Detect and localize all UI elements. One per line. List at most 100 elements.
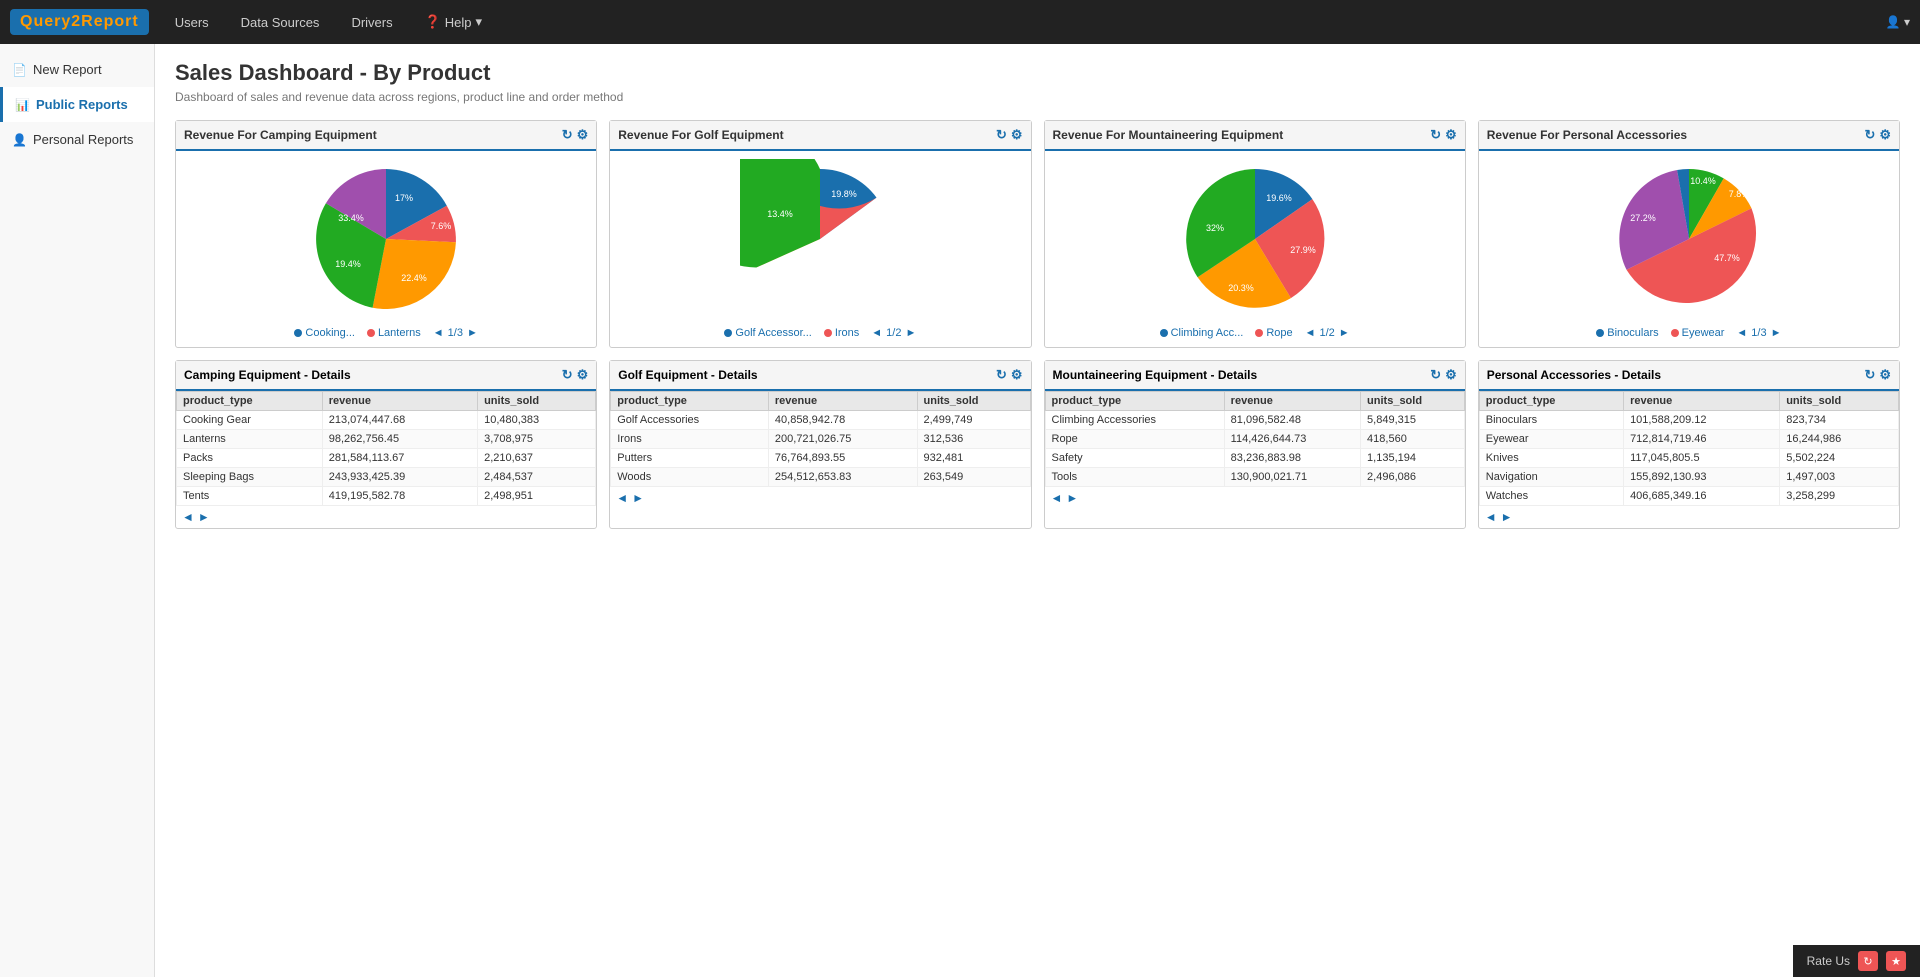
table-row: Tents419,195,582.782,498,951	[177, 487, 596, 506]
table-row: Rope114,426,644.73418,560	[1045, 430, 1464, 449]
mountaineering-refresh-icon[interactable]: ↻	[1430, 127, 1441, 143]
sidebar-item-public-reports[interactable]: 📊 Public Reports	[0, 87, 154, 122]
personal-settings-icon[interactable]: ⚙	[1879, 127, 1891, 143]
table-cell: Irons	[611, 430, 769, 449]
rate-us-icon[interactable]: ↻	[1858, 951, 1878, 971]
charts-grid: Revenue For Camping Equipment ↻ ⚙	[175, 120, 1900, 348]
sidebar-item-personal-reports[interactable]: 👤 Personal Reports	[0, 122, 154, 157]
nav-data-sources[interactable]: Data Sources	[235, 11, 326, 34]
camping-chart-title: Revenue For Camping Equipment	[184, 128, 377, 142]
user-menu[interactable]: 👤 ▾	[1886, 15, 1910, 29]
camping-chart-header: Revenue For Camping Equipment ↻ ⚙	[176, 121, 596, 151]
personal-prev-icon[interactable]: ◄	[1736, 327, 1747, 339]
nav-drivers[interactable]: Drivers	[345, 11, 398, 34]
svg-text:27.2%: 27.2%	[1630, 213, 1656, 223]
sidebar-item-new-report[interactable]: 📄 New Report	[0, 52, 154, 87]
table-row: Packs281,584,113.672,210,637	[177, 449, 596, 468]
mtn-col-product: product_type	[1045, 392, 1224, 411]
personal-refresh-icon[interactable]: ↻	[1864, 127, 1875, 143]
mtn-col-units: units_sold	[1361, 392, 1465, 411]
table-cell: 1,497,003	[1780, 468, 1899, 487]
golf-data-table: product_type revenue units_sold Golf Acc…	[610, 391, 1030, 487]
golf-col-product: product_type	[611, 392, 769, 411]
camping-legend-dot-2	[367, 329, 375, 337]
golf-settings-icon[interactable]: ⚙	[1011, 127, 1023, 143]
mountaineering-settings-icon[interactable]: ⚙	[1445, 127, 1457, 143]
table-row: Tools130,900,021.712,496,086	[1045, 468, 1464, 487]
camping-refresh-icon[interactable]: ↻	[562, 127, 573, 143]
camping-table-refresh-icon[interactable]: ↻	[562, 367, 573, 383]
golf-chart-header: Revenue For Golf Equipment ↻ ⚙	[610, 121, 1030, 151]
mountaineering-table-settings-icon[interactable]: ⚙	[1445, 367, 1457, 383]
mountaineering-chart-title: Revenue For Mountaineering Equipment	[1053, 128, 1284, 142]
table-cell: 712,814,719.46	[1624, 430, 1780, 449]
camping-col-revenue: revenue	[322, 392, 477, 411]
mtn-table-prev[interactable]: ◄	[1051, 491, 1063, 505]
camping-next-icon[interactable]: ►	[467, 327, 478, 339]
personal-table-refresh-icon[interactable]: ↻	[1864, 367, 1875, 383]
personal-legend-item-2: Eyewear	[1671, 327, 1725, 339]
svg-text:32%: 32%	[1206, 223, 1224, 233]
personal-page: 1/3	[1751, 327, 1766, 339]
table-row: Putters76,764,893.55932,481	[611, 449, 1030, 468]
camping-table-settings-icon[interactable]: ⚙	[577, 367, 589, 383]
pa-col-revenue: revenue	[1624, 392, 1780, 411]
camping-table-next[interactable]: ►	[198, 510, 210, 524]
golf-table-prev[interactable]: ◄	[616, 491, 628, 505]
mountaineering-page: 1/2	[1320, 327, 1335, 339]
mtn-table-next[interactable]: ►	[1066, 491, 1078, 505]
personal-table-settings-icon[interactable]: ⚙	[1879, 367, 1891, 383]
help-icon: ❓	[425, 14, 441, 30]
table-cell: Cooking Gear	[177, 411, 323, 430]
help-chevron-icon: ▾	[476, 14, 483, 30]
table-cell: 98,262,756.45	[322, 430, 477, 449]
camping-chart-card: Revenue For Camping Equipment ↻ ⚙	[175, 120, 597, 348]
app-logo[interactable]: Query2Report	[10, 9, 149, 35]
svg-text:10.4%: 10.4%	[1690, 176, 1716, 186]
golf-table-refresh-icon[interactable]: ↻	[996, 367, 1007, 383]
golf-table-title: Golf Equipment - Details	[618, 368, 757, 382]
personal-next-icon[interactable]: ►	[1771, 327, 1782, 339]
golf-table-nav: ◄ ►	[610, 487, 1030, 509]
camping-legend-dot-1	[294, 329, 302, 337]
golf-table-settings-icon[interactable]: ⚙	[1011, 367, 1023, 383]
golf-page: 1/2	[886, 327, 901, 339]
camping-prev-icon[interactable]: ◄	[433, 327, 444, 339]
golf-refresh-icon[interactable]: ↻	[996, 127, 1007, 143]
mountaineering-legend-item-2: Rope	[1255, 327, 1292, 339]
mountaineering-chart-card: Revenue For Mountaineering Equipment ↻ ⚙	[1044, 120, 1466, 348]
table-cell: 1,135,194	[1361, 449, 1465, 468]
camping-table-prev[interactable]: ◄	[182, 510, 194, 524]
table-cell: 3,258,299	[1780, 487, 1899, 506]
nav-users[interactable]: Users	[169, 11, 215, 34]
camping-legend-label-2: Lanterns	[378, 327, 421, 339]
camping-col-units: units_sold	[478, 392, 596, 411]
table-cell: Watches	[1479, 487, 1623, 506]
table-cell: Woods	[611, 468, 769, 487]
golf-prev-icon[interactable]: ◄	[871, 327, 882, 339]
table-cell: Lanterns	[177, 430, 323, 449]
mountaineering-next-icon[interactable]: ►	[1339, 327, 1350, 339]
mtn-table-nav: ◄ ►	[1045, 487, 1465, 509]
mountaineering-prev-icon[interactable]: ◄	[1305, 327, 1316, 339]
table-cell: 155,892,130.93	[1624, 468, 1780, 487]
nav-help[interactable]: ❓ Help ▾	[419, 10, 488, 34]
mountaineering-table-title: Mountaineering Equipment - Details	[1053, 368, 1258, 382]
table-row: Irons200,721,026.75312,536	[611, 430, 1030, 449]
table-cell: 5,849,315	[1361, 411, 1465, 430]
pa-table-prev[interactable]: ◄	[1485, 510, 1497, 524]
public-reports-icon: 📊	[15, 98, 30, 112]
camping-settings-icon[interactable]: ⚙	[577, 127, 589, 143]
camping-pie-chart: 17% 7.6% 22.4% 19.4% 33.4%	[306, 159, 466, 319]
table-cell: Knives	[1479, 449, 1623, 468]
main-content: Sales Dashboard - By Product Dashboard o…	[155, 44, 1920, 977]
page-subtitle: Dashboard of sales and revenue data acro…	[175, 90, 1900, 104]
mountaineering-table-refresh-icon[interactable]: ↻	[1430, 367, 1441, 383]
table-cell: 2,499,749	[917, 411, 1030, 430]
svg-text:22.4%: 22.4%	[401, 273, 427, 283]
rate-us-star-icon[interactable]: ★	[1886, 951, 1906, 971]
golf-next-icon[interactable]: ►	[905, 327, 916, 339]
pa-table-next[interactable]: ►	[1501, 510, 1513, 524]
golf-table-next[interactable]: ►	[632, 491, 644, 505]
mountaineering-legend-nav: ◄ 1/2 ►	[1305, 327, 1350, 339]
